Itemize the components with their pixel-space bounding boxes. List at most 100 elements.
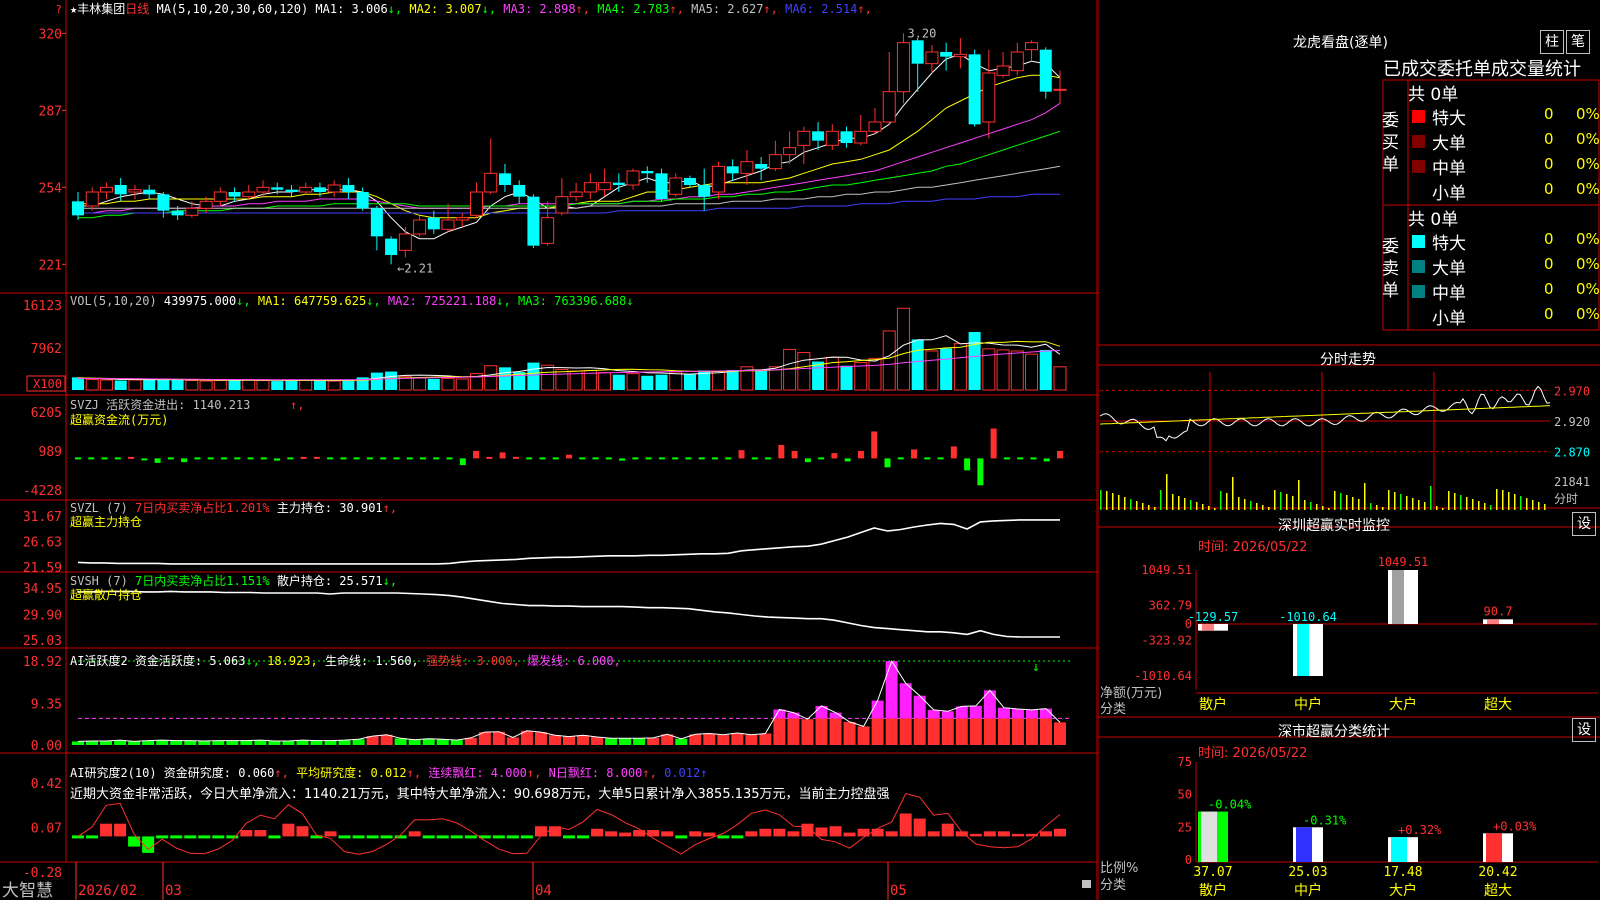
candle-body: [1039, 49, 1052, 92]
buy-order-table: 共 0单 特大 0 0% 大单 0 0% 中单 0 0% 小单 0 0%: [1408, 80, 1600, 204]
fund-flow-bar: [552, 457, 559, 460]
sell-row: 小单 0 0%: [1408, 304, 1600, 329]
vol-axis-tick: 7962: [31, 342, 62, 357]
candle-body: [1010, 51, 1024, 72]
ai-research-axis-tick: -0.28: [23, 866, 62, 881]
monitor-settings-button[interactable]: 设: [1572, 512, 1596, 536]
intraday-volume-bar: [1328, 508, 1330, 510]
volume-bar: [812, 361, 825, 390]
candle-body: [128, 189, 142, 193]
volume-bar: [85, 378, 99, 391]
candle-body: [285, 189, 298, 192]
fund-flow-bar: [751, 457, 758, 460]
candle-body: [299, 186, 313, 193]
candle-body: [840, 131, 853, 143]
candle-body: [583, 182, 597, 193]
svsh-header-part: ↓,: [383, 574, 397, 588]
volume-bar: [370, 372, 383, 390]
activity-burst-bar: [899, 683, 912, 719]
candle-body: [740, 161, 754, 174]
intraday-volume-bar: [1346, 495, 1348, 510]
intraday-volume-bar: [1418, 500, 1420, 510]
ai-active-header-part: 爆发线: 6.000,: [527, 653, 621, 668]
candle-body: [626, 170, 640, 186]
intraday-volume-bar: [1280, 492, 1282, 510]
monitor-category-label: 中户: [1294, 696, 1322, 713]
intraday-volume-bar: [1100, 490, 1102, 510]
intraday-volume-bar: [1154, 507, 1156, 510]
color-swatch: [1412, 185, 1425, 198]
intraday-volume-bar: [1388, 490, 1390, 510]
candle-body: [271, 187, 284, 190]
volume-bar: [669, 371, 683, 391]
fund-flow-bar: [300, 456, 307, 459]
buy-row-percent: 0%: [1576, 155, 1600, 173]
volume-bar: [598, 372, 612, 391]
fund-flow-bar: [911, 449, 918, 459]
activity-bar: [394, 738, 407, 745]
research-bar: [506, 835, 519, 839]
candle-body: [185, 207, 199, 216]
tick-view-button[interactable]: 笔: [1566, 30, 1590, 54]
volume-bar: [99, 379, 113, 391]
intraday-volume-bar: [1352, 497, 1354, 510]
intraday-volume-bar: [1460, 495, 1462, 510]
activity-bar: [717, 734, 730, 745]
ratio-change-label: -0.04%: [1208, 798, 1252, 812]
research-bar: [843, 832, 856, 837]
candle-body: [114, 185, 127, 195]
volume-bar: [953, 343, 967, 391]
intraday-volume-bar: [1544, 504, 1546, 510]
classify-settings-button[interactable]: 设: [1572, 718, 1596, 742]
research-bar: [534, 826, 547, 837]
candle-body: [498, 173, 511, 185]
fund-flow-bar: [672, 457, 679, 460]
period-label[interactable]: 日线: [125, 2, 149, 16]
candle-body: [768, 154, 782, 170]
intraday-volume-bar: [1454, 493, 1456, 510]
kline-chart-area[interactable]: 320 287 254 221 3.20 ←2.21 ★丰林集团日线 MA(5,10,20,…: [0, 0, 1098, 900]
intraday-volume-bar: [1304, 500, 1306, 510]
research-bar: [605, 831, 618, 837]
candle-body: [213, 191, 227, 202]
fund-flow-bar: [1030, 457, 1037, 460]
fund-flow-bar: [964, 458, 971, 471]
monitor-time: 时间: 2026/05/22: [1198, 540, 1308, 555]
ai-research-header-part: AI研究度2(10) 资金研究度: 0.060: [70, 765, 274, 780]
svsh-axis-tick: 29.90: [23, 608, 62, 623]
ma-value-ma5: MA5: 2.627: [691, 2, 763, 16]
research-bar: [885, 831, 898, 837]
intraday-volume-bar: [1508, 492, 1510, 510]
fund-flow-bar: [937, 457, 944, 460]
ma-trend-arrow: ↓,: [388, 2, 410, 16]
research-bar: [520, 835, 533, 839]
stock-name[interactable]: ★丰林集团: [70, 1, 125, 16]
activity-burst-bar: [969, 705, 982, 719]
candle-body: [641, 171, 654, 174]
svsh-axis-tick: 25.03: [23, 634, 62, 649]
svsh-subtitle: 超赢散户持仓: [70, 587, 142, 602]
candle-body: [72, 201, 84, 216]
activity-bar: [1054, 722, 1066, 745]
ai-active-header-part: ↓,: [245, 654, 267, 668]
ratio-axis-tick: 75: [1178, 755, 1192, 769]
research-bar: [86, 835, 99, 839]
fund-flow-bar: [181, 458, 188, 463]
fund-flow-bar: [884, 458, 891, 468]
buy-order-group-label: 委买单: [1382, 111, 1399, 175]
volume-bar: [413, 377, 427, 391]
intraday-volume-bar: [1436, 506, 1438, 510]
sell-row-count: 0: [1544, 280, 1554, 298]
research-bar: [338, 835, 351, 839]
candle-body: [569, 191, 583, 198]
buy-row-percent: 0%: [1576, 180, 1600, 198]
sell-row-percent: 0%: [1576, 280, 1600, 298]
svsh-header: SVSH (7) 7日内买卖净占比1.151% 散户持仓: 25.571↓,: [70, 573, 397, 588]
activity-bar: [436, 739, 449, 745]
bar-view-button[interactable]: 柱: [1540, 30, 1564, 54]
intraday-volume-bar: [1286, 494, 1288, 510]
intraday-volume-bar: [1262, 505, 1264, 510]
intraday-volume-bar: [1136, 501, 1138, 510]
monitor-axis-tick: 362.79: [1149, 598, 1192, 612]
fund-flow-bar: [526, 457, 533, 460]
